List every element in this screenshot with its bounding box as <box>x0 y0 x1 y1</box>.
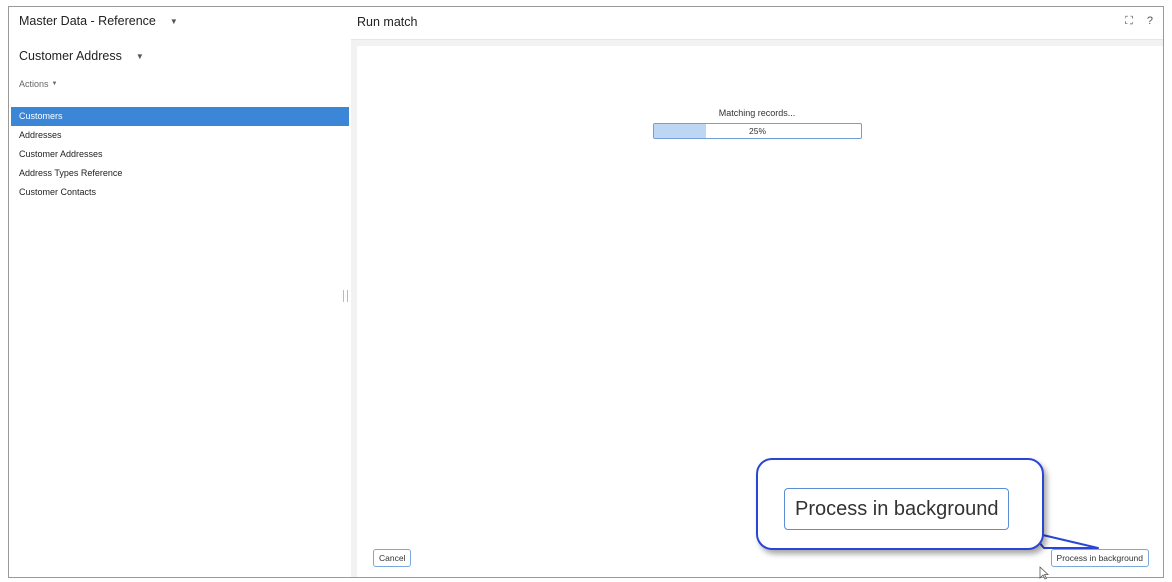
mouse-cursor-icon <box>1039 566 1049 580</box>
entity-nav-list: Customers Addresses Customer Addresses A… <box>11 107 349 202</box>
nav-item-customer-contacts[interactable]: Customer Contacts <box>11 183 349 202</box>
nav-item-address-types-reference[interactable]: Address Types Reference <box>11 164 349 183</box>
dialog-header: Run match ⛶ ? <box>351 7 1163 40</box>
app-selector[interactable]: Master Data - Reference ▼ <box>19 14 178 28</box>
header-icons: ⛶ ? <box>1125 15 1153 28</box>
nav-item-addresses[interactable]: Addresses <box>11 126 349 145</box>
entity-selector[interactable]: Customer Address ▼ <box>19 49 144 63</box>
chevron-down-icon: ▼ <box>169 16 178 26</box>
progress-bar: 25% <box>653 123 862 139</box>
help-icon[interactable]: ? <box>1147 15 1153 28</box>
app-title: Master Data - Reference <box>19 14 156 28</box>
actions-label: Actions <box>19 79 49 89</box>
zoom-callout: Process in background <box>756 458 1044 550</box>
progress-percent: 25% <box>748 126 766 136</box>
left-panel: Master Data - Reference ▼ Customer Addre… <box>9 7 351 577</box>
nav-item-customer-addresses[interactable]: Customer Addresses <box>11 145 349 164</box>
cancel-button[interactable]: Cancel <box>373 549 412 567</box>
nav-item-customers[interactable]: Customers <box>11 107 349 126</box>
chevron-down-icon: ▼ <box>135 51 144 61</box>
chevron-down-icon: ▼ <box>51 81 58 87</box>
actions-menu[interactable]: Actions ▼ <box>19 79 57 89</box>
progress-label: Matching records... <box>718 108 796 118</box>
expand-icon[interactable]: ⛶ <box>1125 15 1133 28</box>
panel-splitter[interactable] <box>343 290 348 302</box>
entity-title: Customer Address <box>19 49 122 63</box>
callout-process-in-background: Process in background <box>784 488 1010 530</box>
process-in-background-button[interactable]: Process in background <box>1050 549 1149 567</box>
dialog-title: Run match <box>357 15 418 29</box>
